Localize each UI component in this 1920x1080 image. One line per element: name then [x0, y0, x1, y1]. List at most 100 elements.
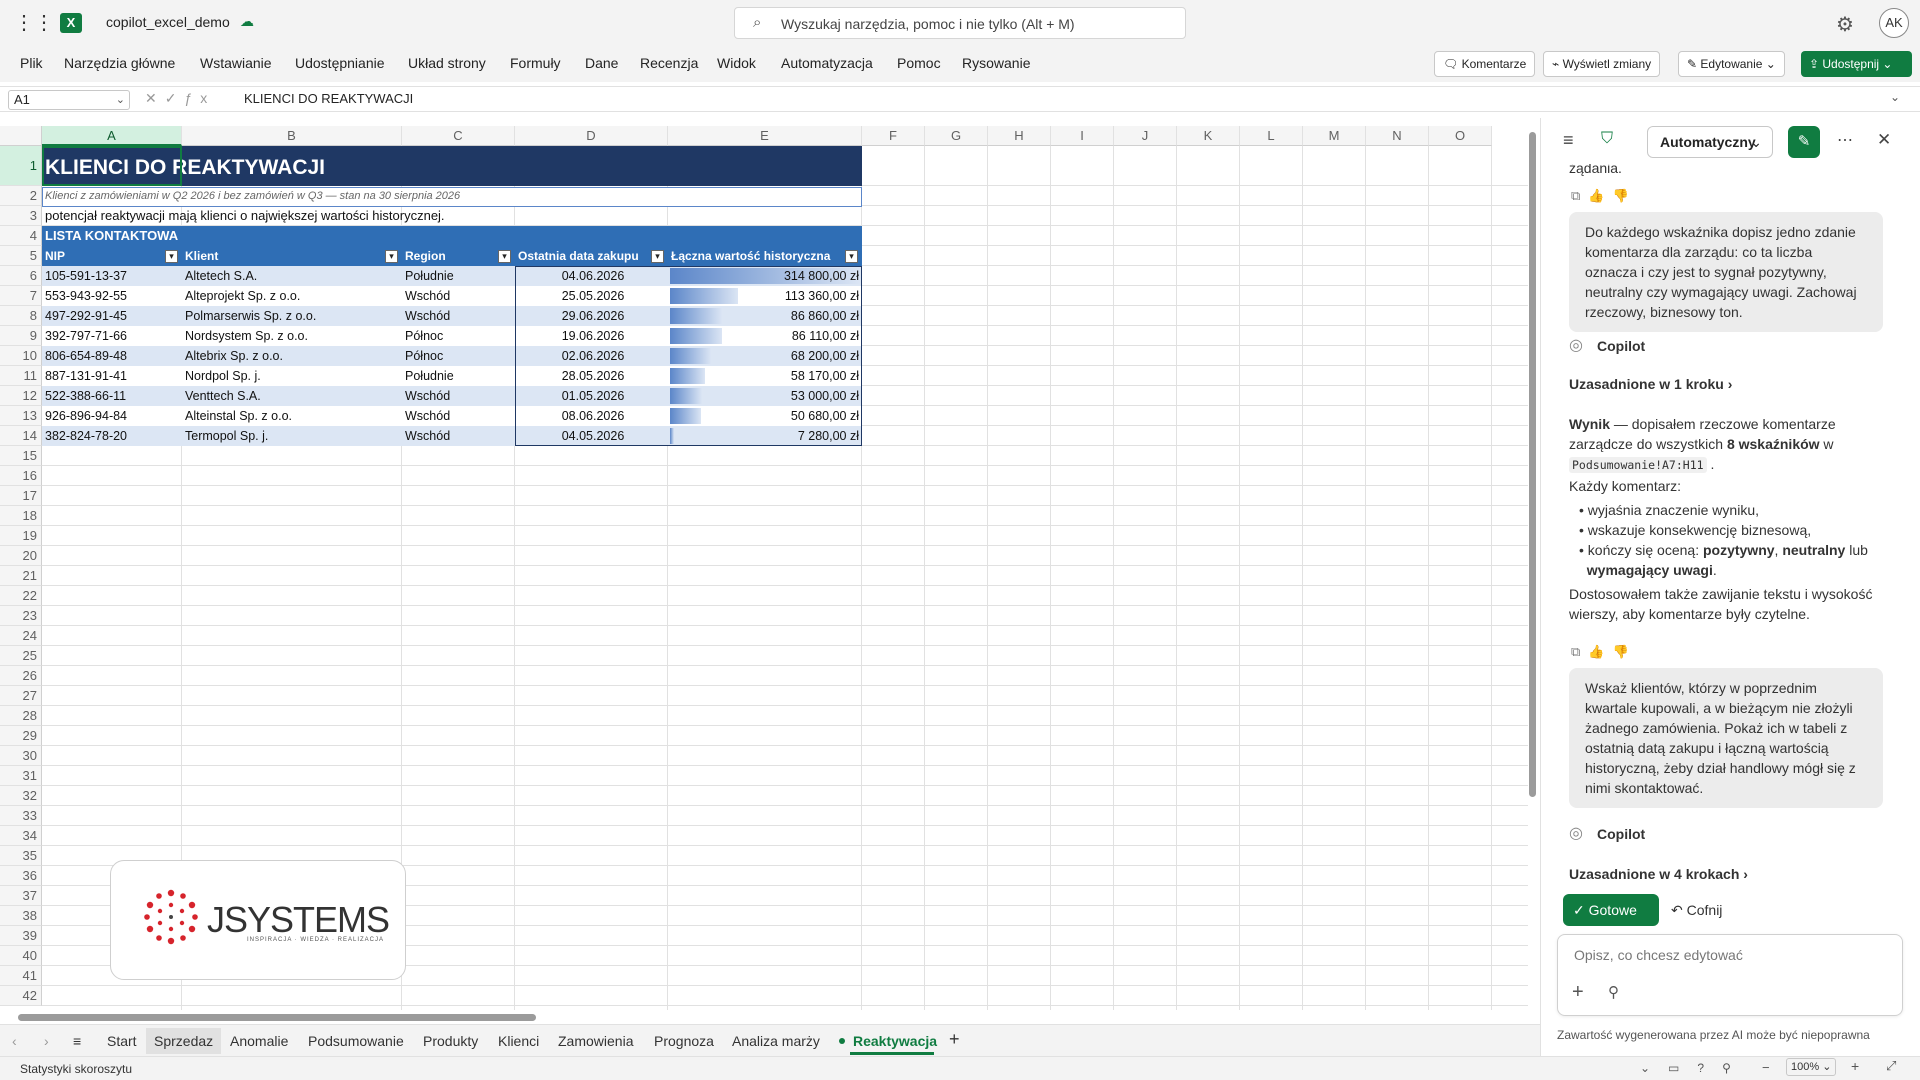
row-header-18[interactable]: 18: [0, 506, 42, 526]
vertical-scrollbar[interactable]: [1528, 120, 1538, 1010]
tab-start[interactable]: Start: [107, 1033, 137, 1049]
row-header-14[interactable]: 14: [0, 426, 42, 446]
cell-region[interactable]: Wschód: [402, 386, 515, 406]
search-box[interactable]: ⌕ Wyszukaj narzędzia, pomoc i nie tylko …: [734, 7, 1186, 39]
cell-region[interactable]: Wschód: [402, 286, 515, 306]
cancel-icon[interactable]: ✕: [145, 90, 165, 106]
column-header-e[interactable]: E: [668, 126, 862, 146]
chat-scroll-area[interactable]: żądania. ⧉👍👎 Do każdego wskaźnika dopisz…: [1541, 164, 1920, 900]
row-header-20[interactable]: 20: [0, 546, 42, 566]
shield-icon[interactable]: ⛉: [1601, 130, 1613, 148]
menu-help[interactable]: Pomoc: [897, 55, 941, 71]
close-icon[interactable]: ✕: [1877, 130, 1891, 150]
row-header-22[interactable]: 22: [0, 586, 42, 606]
header-nip[interactable]: NIP: [42, 246, 182, 266]
done-button[interactable]: ✓ Gotowe: [1563, 894, 1659, 926]
tab-podsumowanie[interactable]: Podsumowanie: [308, 1033, 404, 1049]
add-sheet-icon[interactable]: +: [949, 1029, 960, 1050]
row-header-34[interactable]: 34: [0, 826, 42, 846]
prev-sheet-icon[interactable]: ‹: [12, 1033, 17, 1049]
tab-anomalie[interactable]: Anomalie: [230, 1033, 288, 1049]
comments-button[interactable]: 🗨 Komentarze: [1434, 51, 1536, 77]
tab-prognoza[interactable]: Prognoza: [654, 1033, 714, 1049]
row-header-38[interactable]: 38: [0, 906, 42, 926]
column-header-k[interactable]: K: [1177, 126, 1240, 146]
column-header-b[interactable]: B: [182, 126, 402, 146]
spreadsheet-grid[interactable]: ABCDEFGHIJKLMNO 1 2 3 4 5 6 7 8 9 10 11 12 13 14 15 16 1…: [0, 126, 1528, 1010]
row-header-6[interactable]: 6: [0, 266, 42, 286]
row-header-1[interactable]: 1: [0, 146, 42, 186]
column-header-g[interactable]: G: [925, 126, 988, 146]
row-header-35[interactable]: 35: [0, 846, 42, 866]
row-header-3[interactable]: 3: [0, 206, 42, 226]
header-date[interactable]: Ostatnia data zakupu: [515, 246, 668, 266]
workbook-stats[interactable]: Statystyki skoroszytu: [20, 1062, 132, 1076]
next-sheet-icon[interactable]: ›: [44, 1033, 49, 1049]
column-header-i[interactable]: I: [1051, 126, 1114, 146]
select-all-corner[interactable]: [0, 126, 42, 146]
row-header-39[interactable]: 39: [0, 926, 42, 946]
row-header-16[interactable]: 16: [0, 466, 42, 486]
row-header-7[interactable]: 7: [0, 286, 42, 306]
section-title[interactable]: LISTA KONTAKTOWA: [42, 226, 178, 246]
cell-client[interactable]: Nordpol Sp. j.: [182, 366, 402, 386]
column-header-c[interactable]: C: [402, 126, 515, 146]
row-header-23[interactable]: 23: [0, 606, 42, 626]
column-header-l[interactable]: L: [1240, 126, 1303, 146]
menu-view[interactable]: Widok: [717, 55, 756, 71]
chevron-down-icon[interactable]: ⌄: [116, 91, 125, 109]
row-header-19[interactable]: 19: [0, 526, 42, 546]
filter-dropdown-icon[interactable]: ▾: [651, 250, 664, 263]
cell-client[interactable]: Polmarserwis Sp. z o.o.: [182, 306, 402, 326]
cell-nip[interactable]: 522-388-66-11: [42, 386, 182, 406]
header-client[interactable]: Klient: [182, 246, 402, 266]
row-header-26[interactable]: 26: [0, 666, 42, 686]
share-button[interactable]: ⇪ Udostępnij ⌄: [1801, 51, 1912, 77]
active-cell-selection[interactable]: [42, 146, 182, 186]
row-header-12[interactable]: 12: [0, 386, 42, 406]
row-header-13[interactable]: 13: [0, 406, 42, 426]
row-header-42[interactable]: 42: [0, 986, 42, 1006]
row-header-37[interactable]: 37: [0, 886, 42, 906]
cell-region[interactable]: Wschód: [402, 406, 515, 426]
cell-client[interactable]: Venttech S.A.: [182, 386, 402, 406]
expand-formula-icon[interactable]: ⌄: [1890, 90, 1900, 104]
tab-reaktywacja[interactable]: Reaktywacja: [853, 1033, 937, 1049]
cell-client[interactable]: Altetech S.A.: [182, 266, 402, 286]
menu-data[interactable]: Dane: [585, 55, 618, 71]
row-header-4[interactable]: 4: [0, 226, 42, 246]
reasoning-steps-link[interactable]: Uzasadnione w 1 kroku ›: [1569, 374, 1732, 394]
row-header-5[interactable]: 5: [0, 246, 42, 266]
formula-content[interactable]: KLIENCI DO REAKTYWACJI: [244, 90, 413, 108]
cell-client[interactable]: Nordsystem Sp. z o.o.: [182, 326, 402, 346]
cell-nip[interactable]: 105-591-13-37: [42, 266, 182, 286]
function-icon[interactable]: ƒx: [184, 90, 215, 106]
column-header-j[interactable]: J: [1114, 126, 1177, 146]
add-attachment-icon[interactable]: +: [1572, 981, 1584, 1004]
row-header-21[interactable]: 21: [0, 566, 42, 586]
menu-home[interactable]: Narzędzia główne: [64, 55, 175, 71]
row-header-28[interactable]: 28: [0, 706, 42, 726]
zoom-in-icon[interactable]: +: [1851, 1058, 1859, 1074]
cell-region[interactable]: Południe: [402, 366, 515, 386]
tab-klienci[interactable]: Klienci: [498, 1033, 539, 1049]
app-launcher-icon[interactable]: ⋮⋮⋮: [14, 12, 74, 34]
menu-share[interactable]: Udostępnianie: [295, 55, 385, 71]
new-chat-icon[interactable]: ✎: [1788, 126, 1820, 158]
cell-nip[interactable]: 553-943-92-55: [42, 286, 182, 306]
row-header-25[interactable]: 25: [0, 646, 42, 666]
tab-zamowienia[interactable]: Zamowienia: [558, 1033, 633, 1049]
cell-client[interactable]: Termopol Sp. j.: [182, 426, 402, 446]
mode-dropdown[interactable]: Automatyczny ⌄: [1647, 126, 1773, 158]
cell-client[interactable]: Altebrix Sp. z o.o.: [182, 346, 402, 366]
file-name[interactable]: copilot_excel_demo: [106, 14, 230, 30]
menu-review[interactable]: Recenzja: [640, 55, 698, 71]
tools-icon[interactable]: ⚲: [1608, 983, 1619, 1001]
row-header-9[interactable]: 9: [0, 326, 42, 346]
cell-region[interactable]: Wschód: [402, 306, 515, 326]
feedback-icons[interactable]: ⧉👍👎: [1571, 188, 1637, 204]
filter-dropdown-icon[interactable]: ▾: [498, 250, 511, 263]
feedback-icons[interactable]: ⧉👍👎: [1571, 644, 1637, 660]
sheet-subtitle[interactable]: Klienci z zamówieniami w Q2 2026 i bez z…: [42, 186, 460, 206]
settings-gear-icon[interactable]: ⚙: [1836, 12, 1854, 37]
